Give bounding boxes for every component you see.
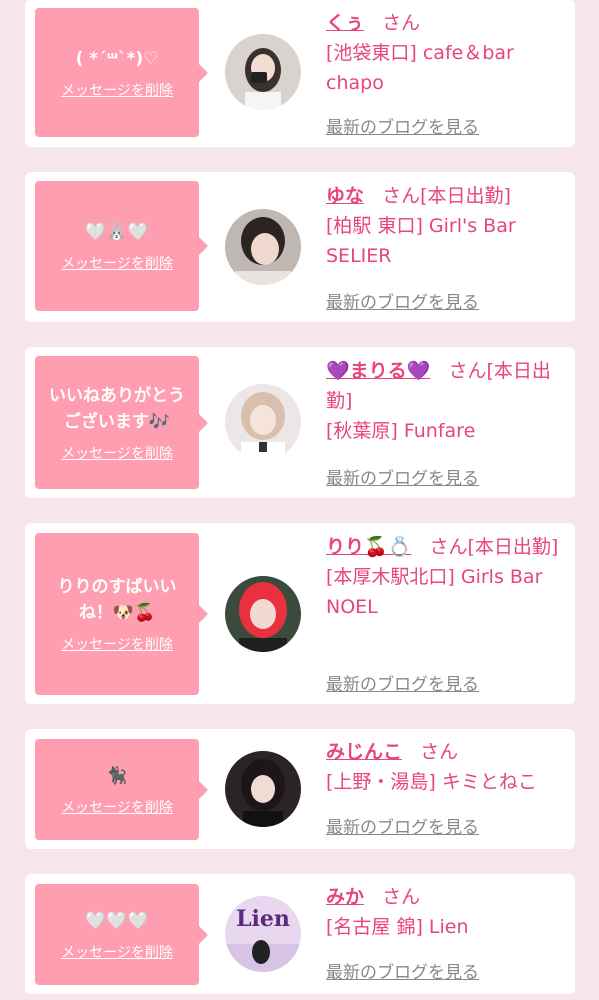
message-card: いいねありがとうございます🎶 メッセージを削除 💜まりる💜 さん[本日出勤] [… xyxy=(25,347,575,498)
cast-info: くぅ さん [池袋東口] cafe＆bar chapo xyxy=(326,8,566,98)
avatar[interactable] xyxy=(225,34,301,110)
cast-suffix: さん xyxy=(420,741,459,763)
delete-message-link[interactable]: メッセージを削除 xyxy=(61,255,173,273)
cast-info: 💜まりる💜 さん[本日出勤] [秋葉原] Funfare xyxy=(326,356,566,446)
latest-blog-link[interactable]: 最新のブログを見る xyxy=(326,288,479,313)
latest-blog-link[interactable]: 最新のブログを見る xyxy=(326,670,479,695)
message-bubble: 🐈‍⬛ メッセージを削除 xyxy=(35,739,208,840)
message-text: 🐈‍⬛ xyxy=(106,765,128,786)
message-card: 🤍🐰🤍 メッセージを削除 ゆな さん[本日出勤] [柏駅 東口] Girl's … xyxy=(25,172,575,322)
avatar[interactable]: Lien xyxy=(225,896,301,972)
avatar[interactable] xyxy=(225,576,301,652)
shop-name: [柏駅 東口] Girl's Bar SELIER xyxy=(326,215,516,267)
avatar-logo-text: Lien xyxy=(236,906,290,932)
delete-message-link[interactable]: メッセージを削除 xyxy=(61,82,173,100)
cast-suffix: さん[本日出勤] xyxy=(382,185,511,207)
message-card: 🤍🤍🤍 メッセージを削除 Lien みか さん [名古屋 錦] Lien 最新の… xyxy=(25,874,575,994)
latest-blog-link[interactable]: 最新のブログを見る xyxy=(326,958,479,983)
message-bubble: りりのすばいいね！🐶🍒 メッセージを削除 xyxy=(35,533,208,695)
cast-info: ゆな さん[本日出勤] [柏駅 東口] Girl's Bar SELIER xyxy=(326,181,566,271)
message-bubble: ( *´ᵚ`*)♡ メッセージを削除 xyxy=(35,8,208,137)
message-bubble: 🤍🐰🤍 メッセージを削除 xyxy=(35,181,208,311)
message-card: ( *´ᵚ`*)♡ メッセージを削除 くぅ さん [池袋東口] cafe＆bar… xyxy=(25,0,575,147)
message-text: ( *´ᵚ`*)♡ xyxy=(75,48,159,69)
latest-blog-link[interactable]: 最新のブログを見る xyxy=(326,464,479,489)
cast-name-link[interactable]: みか xyxy=(326,886,364,908)
avatar[interactable] xyxy=(225,384,301,460)
shop-name: [名古屋 錦] Lien xyxy=(326,916,469,938)
message-card: 🐈‍⬛ メッセージを削除 みじんこ さん [上野・湯島] キミとねこ 最新のブロ… xyxy=(25,729,575,849)
cast-name-link[interactable]: ゆな xyxy=(326,185,364,207)
delete-message-link[interactable]: メッセージを削除 xyxy=(61,636,173,654)
shop-name: [本厚木駅北口] Girls Bar NOEL xyxy=(326,566,543,618)
message-text: りりのすばいいね！🐶🍒 xyxy=(57,577,177,623)
delete-message-link[interactable]: メッセージを削除 xyxy=(61,799,173,817)
cast-name-link[interactable]: 💜まりる💜 xyxy=(326,360,430,382)
cast-suffix: さん[本日出勤] xyxy=(429,536,559,558)
message-text: 🤍🐰🤍 xyxy=(85,222,149,242)
shop-name: [上野・湯島] キミとねこ xyxy=(326,771,537,793)
shop-name: [池袋東口] cafe＆bar chapo xyxy=(326,42,514,94)
cast-name-link[interactable]: みじんこ xyxy=(326,741,402,763)
delete-message-link[interactable]: メッセージを削除 xyxy=(61,445,173,463)
message-card: りりのすばいいね！🐶🍒 メッセージを削除 りり🍒💍 さん[本日出勤] [本厚木駅… xyxy=(25,523,575,704)
cast-name-link[interactable]: くぅ xyxy=(326,12,364,34)
cast-info: りり🍒💍 さん[本日出勤] [本厚木駅北口] Girls Bar NOEL xyxy=(326,532,566,622)
delete-message-link[interactable]: メッセージを削除 xyxy=(61,944,173,962)
cast-name-link[interactable]: りり🍒💍 xyxy=(326,536,411,558)
cast-suffix: さん xyxy=(382,12,421,34)
cast-info: みじんこ さん [上野・湯島] キミとねこ xyxy=(326,737,566,797)
shop-name: [秋葉原] Funfare xyxy=(326,420,476,442)
latest-blog-link[interactable]: 最新のブログを見る xyxy=(326,113,479,138)
message-text: 🤍🤍🤍 xyxy=(85,910,149,931)
message-text: いいねありがとうございます🎶 xyxy=(49,385,185,432)
message-bubble: いいねありがとうございます🎶 メッセージを削除 xyxy=(35,356,208,489)
avatar[interactable] xyxy=(225,209,301,285)
avatar[interactable] xyxy=(225,751,301,827)
cast-info: みか さん [名古屋 錦] Lien xyxy=(326,882,566,942)
latest-blog-link[interactable]: 最新のブログを見る xyxy=(326,813,479,838)
message-bubble: 🤍🤍🤍 メッセージを削除 xyxy=(35,884,208,985)
cast-suffix: さん xyxy=(382,886,421,908)
